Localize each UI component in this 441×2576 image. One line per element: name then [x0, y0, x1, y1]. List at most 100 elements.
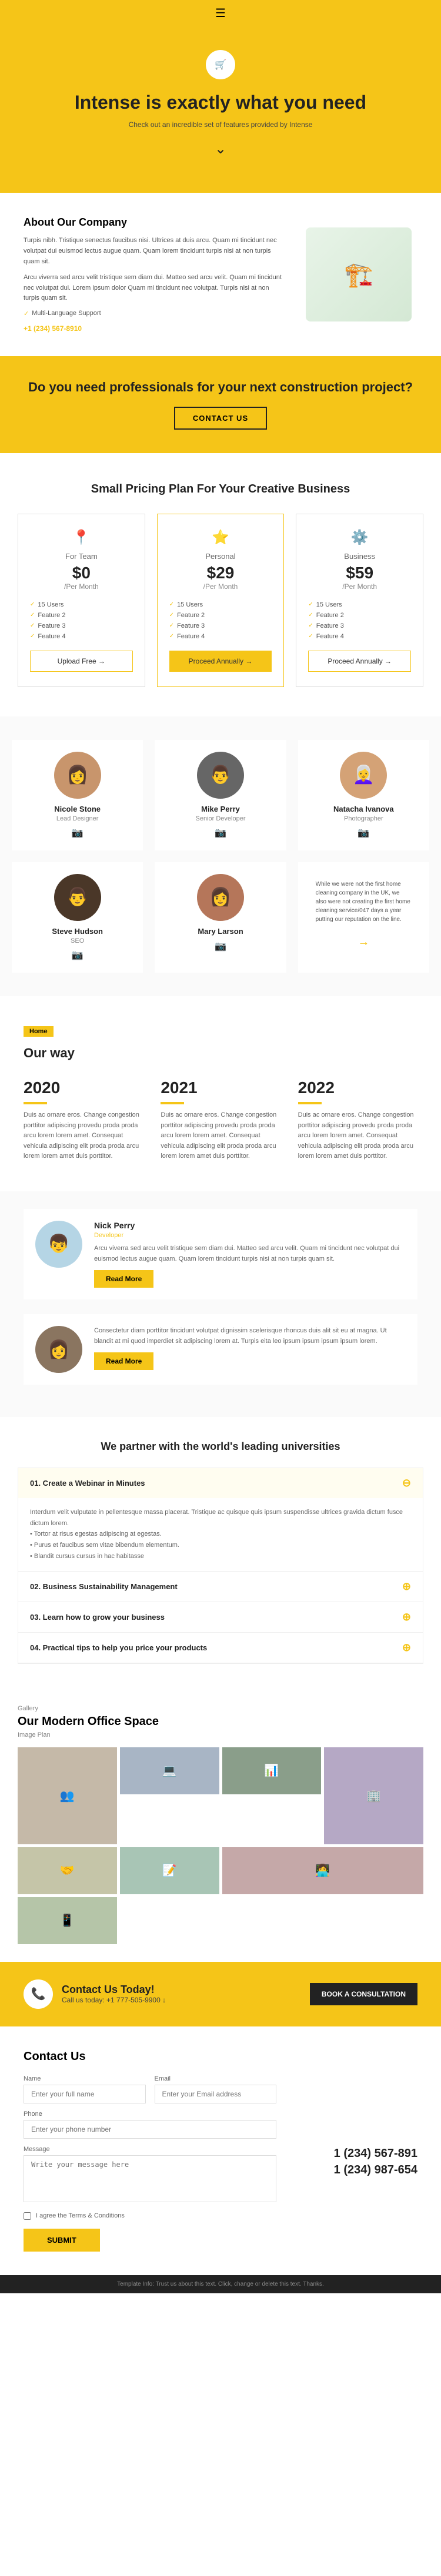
accordion-label-3: 04. Practical tips to help you price you…	[30, 1643, 207, 1652]
phone-number-1: 1 (234) 567-891	[288, 2147, 417, 2160]
gallery-grid: 👥 💻 📊 🏢 🤝 📝 👩‍💻 📱	[18, 1747, 423, 1944]
team-card-2: 👩‍🦳 Natacha Ivanova Photographer 📷	[298, 740, 429, 850]
team-arrow-icon: →	[310, 936, 417, 949]
home-badge: Home	[24, 1026, 54, 1037]
about-paragraph1: Turpis nibh. Tristique senectus faucibus…	[24, 236, 282, 267]
blog-read-more-button-1[interactable]: Read More	[94, 1352, 153, 1370]
universities-section: We partner with the world's leading univ…	[0, 1417, 441, 1687]
accordion-header-2[interactable]: 03. Learn how to grow your business ⊕	[18, 1602, 423, 1632]
pricing-title: Small Pricing Plan For Your Creative Bus…	[18, 483, 423, 496]
contact-cta-icon: 📞	[24, 1979, 53, 2009]
pricing-label-1: Personal	[169, 552, 272, 561]
blog-read-more-button-0[interactable]: Read More	[94, 1270, 153, 1288]
message-input[interactable]	[24, 2155, 276, 2202]
hamburger-icon[interactable]: ☰	[215, 6, 226, 21]
name-label: Name	[24, 2075, 146, 2082]
phone-input[interactable]	[24, 2120, 276, 2139]
team-card-3: 👨 Steve Hudson SEO 📷	[12, 862, 143, 973]
phone-label: Phone	[24, 2111, 276, 2118]
pricing-price-2: $59	[308, 564, 411, 582]
team-card-1: 👨 Mike Perry Senior Developer 📷	[155, 740, 286, 850]
instagram-icon-0[interactable]: 📷	[24, 827, 131, 839]
our-way-title: Our way	[24, 1046, 417, 1061]
timeline-item-2: 2022 Duis ac ornare eros. Change congest…	[298, 1078, 417, 1162]
blog-post-1: 👩 Consectetur diam porttitor tincidunt v…	[24, 1314, 417, 1385]
accordion: 01. Create a Webinar in Minutes ⊖ Interd…	[18, 1468, 423, 1663]
team-avatar-1: 👨	[197, 752, 244, 799]
pricing-icon-1: ⭐	[169, 529, 272, 546]
pricing-feature: Feature 2	[308, 610, 411, 621]
accordion-header-0[interactable]: 01. Create a Webinar in Minutes ⊖	[18, 1468, 423, 1498]
footer-text: Template Info: Trust us about this text.…	[12, 2281, 429, 2287]
blog-section: 👦 Nick Perry Developer Arcu viverra sed …	[0, 1191, 441, 1417]
terms-checkbox-label[interactable]: I agree the Terms & Conditions	[24, 2212, 276, 2220]
terms-checkbox[interactable]	[24, 2212, 31, 2220]
accordion-header-3[interactable]: 04. Practical tips to help you price you…	[18, 1633, 423, 1663]
name-field-group: Name	[24, 2075, 146, 2103]
pricing-section: Small Pricing Plan For Your Creative Bus…	[0, 453, 441, 716]
blog-text-0: Arcu viverra sed arcu velit tristique se…	[94, 1244, 406, 1264]
pricing-card-1: ⭐ Personal $29 /Per Month 15 UsersFeatur…	[157, 514, 285, 687]
pricing-feature: 15 Users	[169, 599, 272, 610]
timeline: 2020 Duis ac ornare eros. Change congest…	[24, 1078, 417, 1162]
contact-cta-title: Contact Us Today!	[62, 1984, 166, 1996]
team-avatar-4: 👩	[197, 874, 244, 921]
terms-text: I agree the Terms & Conditions	[36, 2212, 125, 2219]
pricing-icon-0: 📍	[30, 529, 133, 546]
gallery-item: 📊	[222, 1747, 322, 1794]
contact-us-button[interactable]: CONTACT US	[174, 407, 267, 430]
team-card-5: While we were not the first home cleanin…	[298, 862, 429, 973]
timeline-item-0: 2020 Duis ac ornare eros. Change congest…	[24, 1078, 143, 1162]
our-way-section: Home Our way 2020 Duis ac ornare eros. C…	[0, 996, 441, 1191]
email-label: Email	[155, 2075, 277, 2082]
contact-cta-subtitle: Call us today: +1 777-505-9900 ↓	[62, 1996, 166, 2004]
instagram-icon-4[interactable]: 📷	[166, 940, 274, 952]
phone-icon: 📞	[31, 1987, 46, 2001]
about-feature: Multi-Language Support	[24, 310, 282, 317]
pricing-period-2: /Per Month	[308, 582, 411, 591]
gallery-label: Gallery	[18, 1705, 423, 1712]
email-input[interactable]	[155, 2085, 277, 2103]
book-consultation-button[interactable]: BOOK A CONSULTATION	[310, 1983, 417, 2005]
about-image-container: 🏗️	[300, 216, 417, 333]
hero-arrow-icon: ⌄	[12, 140, 429, 158]
team-role-0: Lead Designer	[24, 815, 131, 822]
accordion-header-1[interactable]: 02. Business Sustainability Management ⊕	[18, 1572, 423, 1602]
pricing-button-0[interactable]: Upload Free →	[30, 651, 133, 672]
blog-content-1: Consectetur diam porttitor tincidunt vol…	[94, 1326, 406, 1373]
email-field-group: Email	[155, 2075, 277, 2103]
submit-button[interactable]: SUBMIT	[24, 2229, 100, 2252]
pricing-cards-container: 📍 For Team $0 /Per Month 15 UsersFeature…	[18, 514, 423, 687]
pricing-feature: Feature 3	[30, 621, 133, 631]
pricing-feature: 15 Users	[308, 599, 411, 610]
team-name-0: Nicole Stone	[24, 805, 131, 813]
accordion-item-0: 01. Create a Webinar in Minutes ⊖ Interd…	[18, 1468, 423, 1571]
accordion-body-0: Interdum velit vulputate in pellentesque…	[18, 1498, 423, 1570]
pricing-period-1: /Per Month	[169, 582, 272, 591]
team-name-4: Mary Larson	[166, 927, 274, 936]
name-input[interactable]	[24, 2085, 146, 2103]
pricing-button-1[interactable]: Proceed Annually →	[169, 651, 272, 672]
team-name-3: Steve Hudson	[24, 927, 131, 936]
instagram-icon-3[interactable]: 📷	[24, 949, 131, 961]
instagram-icon-1[interactable]: 📷	[166, 827, 274, 839]
gallery-item: 📱	[18, 1897, 117, 1944]
blog-role-0: Developer	[94, 1232, 406, 1239]
about-text: About Our Company Turpis nibh. Tristique…	[24, 216, 282, 333]
pricing-button-2[interactable]: Proceed Annually →	[308, 651, 411, 672]
cta-banner-section: Do you need professionals for your next …	[0, 356, 441, 453]
message-field-group: Message	[24, 2146, 276, 2205]
contact-form-section: Contact Us Name Email Phone	[0, 2026, 441, 2275]
timeline-year-1: 2021	[161, 1078, 280, 1097]
timeline-item-1: 2021 Duis ac ornare eros. Change congest…	[161, 1078, 280, 1162]
contact-cta-text: Contact Us Today! Call us today: +1 777-…	[62, 1984, 166, 2004]
contact-cta-section: 📞 Contact Us Today! Call us today: +1 77…	[0, 1962, 441, 2026]
timeline-text-1: Duis ac ornare eros. Change congestion p…	[161, 1110, 280, 1162]
accordion-item-3: 04. Practical tips to help you price you…	[18, 1633, 423, 1663]
instagram-icon-2[interactable]: 📷	[310, 827, 417, 839]
footer: Template Info: Trust us about this text.…	[0, 2275, 441, 2293]
about-phone: +1 (234) 567-8910	[24, 324, 282, 333]
blog-text-1: Consectetur diam porttitor tincidunt vol…	[94, 1326, 406, 1346]
contact-form-title: Contact Us	[24, 2050, 417, 2064]
pricing-price-0: $0	[30, 564, 133, 582]
